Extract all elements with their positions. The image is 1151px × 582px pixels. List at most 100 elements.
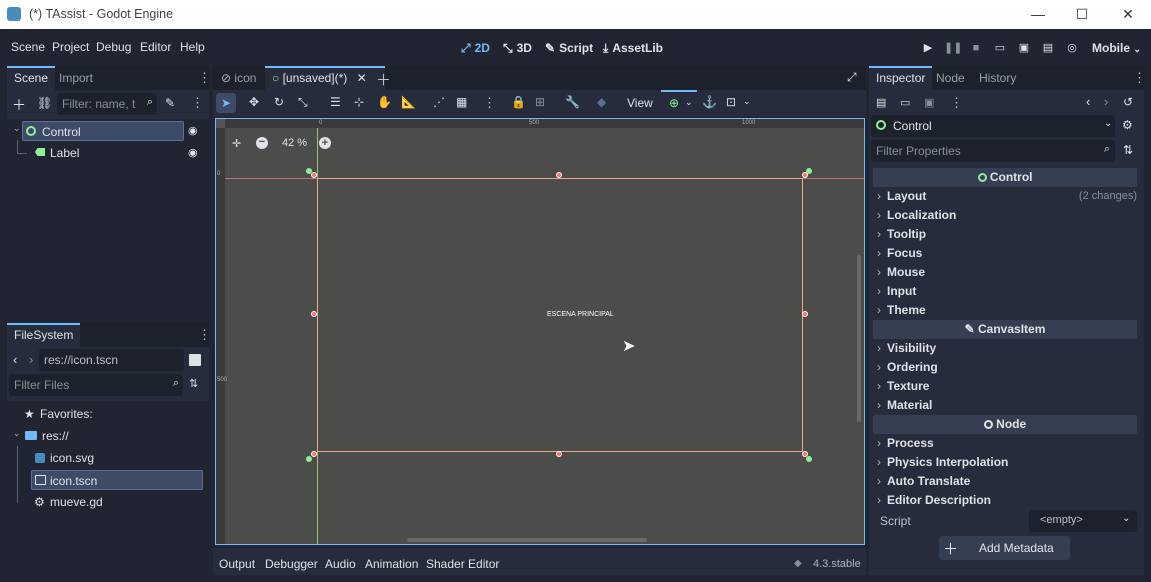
prop-layout[interactable]: › Layout (2 changes) bbox=[877, 187, 1137, 206]
script-resource-field[interactable]: <empty> ⌄ bbox=[1029, 510, 1137, 532]
instance-scene-icon[interactable]: ⛓ bbox=[37, 96, 52, 110]
prop-material[interactable]: › Material bbox=[877, 396, 932, 415]
zoom-out-icon[interactable]: − bbox=[256, 137, 268, 149]
skeleton-icon[interactable]: 🔧 bbox=[565, 95, 580, 109]
minimize-button[interactable]: — bbox=[1015, 3, 1061, 25]
prop-localization[interactable]: › Localization bbox=[877, 206, 956, 225]
file-item-icon-tscn[interactable]: icon.tscn bbox=[31, 470, 203, 490]
forward-arrow-icon[interactable]: › bbox=[29, 352, 33, 367]
resize-handle[interactable] bbox=[556, 172, 562, 178]
filter-properties-field[interactable]: ⌕ bbox=[871, 140, 1115, 162]
menu-project[interactable]: Project bbox=[52, 40, 89, 54]
play-button[interactable]: ▶ bbox=[920, 40, 936, 56]
workspace-2d-button[interactable]: ⤢ 2D bbox=[461, 41, 490, 56]
output-button[interactable]: Output bbox=[219, 557, 255, 571]
prop-ordering[interactable]: › Ordering bbox=[877, 358, 938, 377]
maximize-button[interactable]: ☐ bbox=[1059, 3, 1105, 25]
object-history-icon[interactable]: ↺ bbox=[1123, 95, 1133, 109]
list-select-icon[interactable]: ☰ bbox=[330, 95, 341, 109]
anchor-handle[interactable] bbox=[306, 168, 312, 174]
menu-help[interactable]: Help bbox=[180, 40, 205, 54]
grid-snap-icon[interactable]: ▦ bbox=[456, 95, 467, 109]
workspace-script-button[interactable]: ✎ Script bbox=[545, 41, 593, 55]
filter-properties-input[interactable] bbox=[871, 140, 1091, 162]
dock-menu-icon[interactable]: ⋮ bbox=[198, 327, 211, 343]
prop-tooltip[interactable]: › Tooltip bbox=[877, 225, 926, 244]
favorites-item[interactable]: ★ Favorites: bbox=[24, 404, 174, 424]
collapse-arrow-icon[interactable]: ⌄ bbox=[13, 123, 21, 134]
scene-tab-icon[interactable]: ⊘ icon bbox=[213, 66, 263, 90]
lock-icon[interactable]: 🔒 bbox=[511, 95, 526, 109]
prop-texture[interactable]: › Texture bbox=[877, 377, 929, 396]
open-folder-icon[interactable]: ▭ bbox=[900, 96, 910, 109]
pause-button[interactable]: ❚❚ bbox=[944, 40, 962, 56]
scene-filter-input[interactable] bbox=[57, 93, 141, 115]
add-node-icon[interactable]: ＋ bbox=[12, 95, 26, 115]
rotate-mode-icon[interactable]: ↻ bbox=[274, 95, 284, 109]
resource-options-icon[interactable]: ⋮ bbox=[950, 95, 963, 111]
scale-mode-icon[interactable]: ⤡ bbox=[298, 95, 308, 110]
horizontal-scrollbar[interactable] bbox=[407, 538, 647, 542]
prop-mouse[interactable]: › Mouse bbox=[877, 263, 925, 282]
center-view-icon[interactable]: ✛ bbox=[232, 137, 241, 150]
anchor-presets-button[interactable]: ⊕ ⌄ bbox=[661, 90, 697, 117]
anchor-handle[interactable] bbox=[806, 456, 812, 462]
smart-snap-icon[interactable]: ⋰ bbox=[433, 95, 445, 109]
prop-auto-translate[interactable]: › Auto Translate bbox=[877, 472, 970, 491]
resize-handle[interactable] bbox=[556, 451, 562, 457]
workspace-3d-button[interactable]: ⤡ 3D bbox=[503, 41, 532, 56]
save-icon[interactable]: ▣ bbox=[924, 96, 934, 109]
tab-inspector[interactable]: Inspector bbox=[869, 66, 933, 90]
tree-node-label[interactable]: Label bbox=[33, 143, 183, 163]
prop-physics-interpolation[interactable]: › Physics Interpolation bbox=[877, 453, 1008, 472]
prop-focus[interactable]: › Focus bbox=[877, 244, 922, 263]
pan-mode-icon[interactable]: ✋ bbox=[377, 95, 392, 109]
add-metadata-button[interactable]: ＋ Add Metadata bbox=[939, 536, 1070, 560]
collapse-arrow-icon[interactable]: ⌄ bbox=[13, 428, 21, 439]
prop-input[interactable]: › Input bbox=[877, 282, 916, 301]
attach-script-icon[interactable]: ✎ bbox=[165, 96, 175, 110]
zoom-in-icon[interactable]: + bbox=[319, 137, 331, 149]
tab-node[interactable]: Node bbox=[929, 66, 972, 90]
workspace-assetlib-button[interactable]: ⤓ AssetLib bbox=[603, 41, 663, 56]
path-input[interactable] bbox=[39, 349, 184, 371]
add-tab-icon[interactable]: ＋ bbox=[376, 69, 391, 90]
play-scene-icon[interactable]: ▣ bbox=[1016, 40, 1032, 56]
distraction-free-icon[interactable]: ⤢ bbox=[847, 70, 857, 85]
file-item-icon-svg[interactable]: icon.svg bbox=[33, 448, 183, 468]
resize-handle[interactable] bbox=[311, 451, 317, 457]
prop-theme[interactable]: › Theme bbox=[877, 301, 926, 320]
tab-scene[interactable]: Scene bbox=[7, 66, 56, 90]
animation-button[interactable]: Animation bbox=[365, 557, 418, 571]
container-sizing-icon[interactable]: ⊡ bbox=[726, 95, 736, 109]
snap-options-icon[interactable]: ⋮ bbox=[483, 95, 496, 111]
close-window-button[interactable]: ✕ bbox=[1105, 3, 1151, 25]
file-item-mueve-gd[interactable]: ⚙ mueve.gd bbox=[33, 492, 183, 512]
scene-tab-unsaved[interactable]: ○ [unsaved](*) ✕ bbox=[265, 66, 385, 90]
resize-handle[interactable] bbox=[311, 311, 317, 317]
ruler-mode-icon[interactable]: 📐 bbox=[401, 95, 416, 109]
history-back-icon[interactable]: ‹ bbox=[1086, 94, 1090, 109]
remote-debug-icon[interactable]: ▭ bbox=[992, 40, 1008, 56]
new-resource-icon[interactable]: ▤ bbox=[876, 96, 886, 109]
stop-button[interactable]: ■ bbox=[968, 40, 984, 56]
close-tab-icon[interactable]: ✕ bbox=[357, 71, 367, 85]
node-config-icon[interactable]: ⚙ bbox=[1122, 118, 1133, 132]
label-text-node[interactable]: ESCENA PRINCIPAL bbox=[547, 311, 614, 318]
split-view-icon[interactable] bbox=[189, 354, 201, 366]
audio-button[interactable]: Audio bbox=[325, 557, 356, 571]
files-filter-field[interactable]: ⌕ bbox=[9, 374, 183, 396]
group-icon[interactable]: ⊞ bbox=[535, 95, 545, 109]
prop-editor-description[interactable]: › Editor Description bbox=[877, 491, 991, 510]
resize-handle[interactable] bbox=[802, 311, 808, 317]
history-forward-icon[interactable]: › bbox=[1104, 94, 1108, 109]
prop-process[interactable]: › Process bbox=[877, 434, 934, 453]
scene-filter-field[interactable]: ⌕ bbox=[57, 93, 157, 115]
menu-editor[interactable]: Editor bbox=[140, 40, 171, 54]
menu-debug[interactable]: Debug bbox=[96, 40, 131, 54]
path-field[interactable] bbox=[39, 349, 184, 371]
anchor-handle[interactable] bbox=[806, 168, 812, 174]
scene-options-icon[interactable]: ⋮ bbox=[191, 95, 204, 111]
select-mode-icon[interactable]: ➤ bbox=[216, 93, 236, 113]
renderer-select[interactable]: Mobile ⌄ bbox=[1092, 41, 1141, 55]
